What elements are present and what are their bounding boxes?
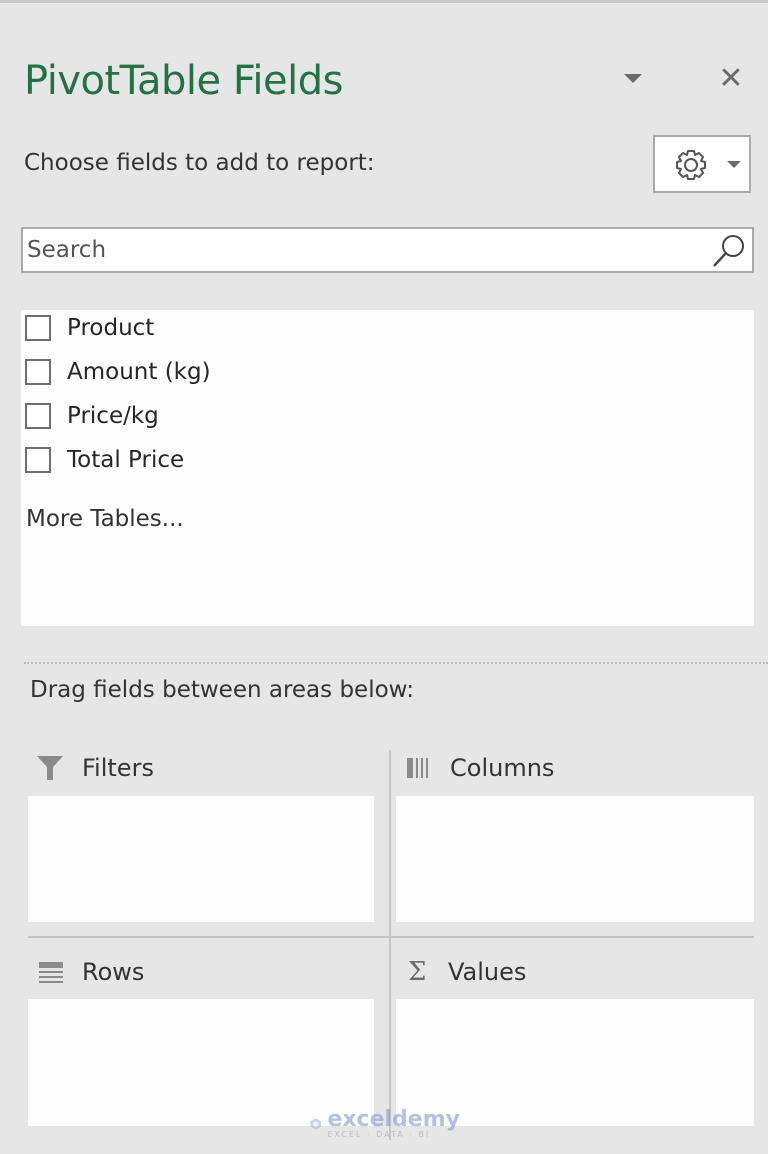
rows-label: Rows (82, 958, 145, 986)
filters-label: Filters (82, 754, 154, 782)
chevron-down-icon (727, 161, 741, 168)
field-label: Amount (kg) (67, 359, 211, 385)
drag-fields-label: Drag fields between areas below: (30, 677, 414, 703)
tools-settings-button[interactable] (653, 135, 751, 193)
columns-header: Columns (406, 754, 554, 782)
field-label: Product (67, 315, 155, 341)
columns-label: Columns (450, 754, 555, 782)
search-input[interactable] (27, 229, 707, 271)
field-item-total-price[interactable]: Total Price (25, 442, 184, 478)
filters-drop-area[interactable] (28, 796, 374, 922)
columns-drop-area[interactable] (396, 796, 754, 922)
sigma-icon: Σ (408, 957, 427, 987)
watermark: exceldemy EXCEL · DATA · BI (310, 1104, 460, 1144)
choose-fields-label: Choose fields to add to report: (24, 150, 375, 176)
field-label: Price/kg (67, 403, 159, 429)
gear-icon (676, 150, 706, 180)
watermark-brand: exceldemy (327, 1106, 460, 1132)
field-label: Total Price (67, 447, 185, 473)
area-horizontal-divider (28, 936, 754, 938)
section-divider (24, 662, 768, 664)
field-checkbox[interactable] (25, 447, 51, 473)
rows-header: Rows (38, 958, 144, 986)
values-header: Σ Values (408, 958, 526, 986)
filters-header: Filters (36, 754, 154, 782)
search-box[interactable] (21, 227, 754, 273)
search-icon[interactable] (710, 232, 748, 270)
field-item-amount[interactable]: Amount (kg) (25, 354, 211, 390)
area-vertical-divider (389, 750, 391, 1140)
task-pane-options-dropdown[interactable] (622, 72, 646, 86)
values-label: Values (448, 958, 527, 986)
watermark-logo-icon (310, 1118, 322, 1130)
filter-icon (37, 756, 63, 780)
close-button[interactable]: ✕ (716, 64, 746, 94)
field-item-product[interactable]: Product (25, 310, 154, 346)
panel-title: PivotTable Fields (24, 58, 344, 104)
field-checkbox[interactable] (25, 359, 51, 385)
columns-icon (407, 758, 428, 778)
field-checkbox[interactable] (25, 315, 51, 341)
field-list: Product Amount (kg) Price/kg Total Price… (21, 310, 754, 626)
more-tables-link[interactable]: More Tables... (26, 506, 184, 532)
field-item-price-per-kg[interactable]: Price/kg (25, 398, 159, 434)
top-border (0, 0, 768, 3)
rows-icon (39, 962, 63, 983)
field-checkbox[interactable] (25, 403, 51, 429)
